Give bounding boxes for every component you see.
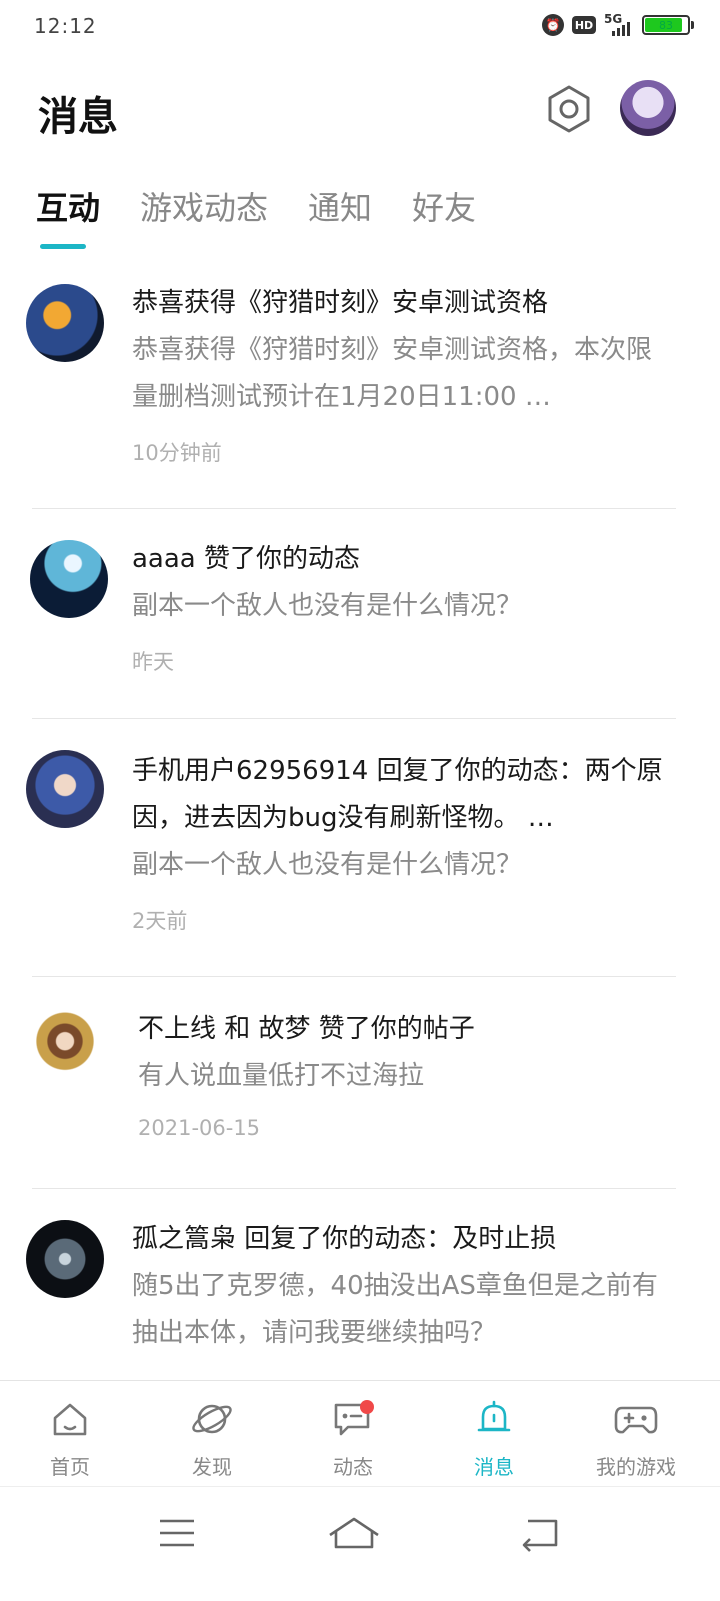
avatar bbox=[30, 540, 108, 618]
item-headline: 不上线 和 故梦 赞了你的帖子 bbox=[138, 1014, 475, 1044]
tab-game-news[interactable]: 游戏动态 bbox=[140, 184, 268, 232]
settings-button[interactable] bbox=[544, 84, 594, 134]
battery-icon: 83 bbox=[642, 15, 694, 35]
nav-label: 动态 bbox=[333, 1455, 373, 1479]
item-time: 2021-06-15 bbox=[138, 1116, 261, 1140]
avatar bbox=[26, 284, 104, 362]
battery-level: 83 bbox=[659, 18, 673, 32]
user-avatar[interactable] bbox=[620, 80, 676, 136]
nav-label: 发现 bbox=[192, 1455, 232, 1479]
item-time: 2天前 bbox=[132, 909, 188, 933]
list-item[interactable]: aaaa 赞了你的动态 副本一个敌人也没有是什么情况？ 昨天 bbox=[0, 532, 720, 718]
item-headline: 手机用户62956914 回复了你的动态：两个原因，进去因为bug没有刷新怪物。… bbox=[132, 756, 663, 833]
list-item[interactable]: 孤之篙枭 回复了你的动态：及时止损 随5出了克罗德，40抽没出AS章鱼但是之前有… bbox=[0, 1214, 720, 1374]
list-item[interactable]: 手机用户62956914 回复了你的动态：两个原因，进去因为bug没有刷新怪物。… bbox=[0, 744, 720, 976]
item-headline: aaaa 赞了你的动态 bbox=[132, 544, 360, 574]
divider bbox=[32, 508, 676, 509]
nav-home[interactable]: 首页 bbox=[10, 1381, 130, 1487]
bottom-nav: 首页 发现 动态 消息 我的游戏 bbox=[0, 1380, 720, 1487]
avatar bbox=[26, 1010, 104, 1088]
menu-button[interactable] bbox=[148, 1513, 208, 1553]
status-bar: 12:12 ⏰ HD 5G 83 bbox=[0, 0, 720, 56]
signal-icon: 5G bbox=[604, 12, 634, 36]
list-item[interactable]: 不上线 和 故梦 赞了你的帖子 有人说血量低打不过海拉 2021-06-15 bbox=[0, 1002, 720, 1188]
list-item[interactable]: 恭喜获得《狩猎时刻》安卓测试资格 恭喜获得《狩猎时刻》安卓测试资格，本次限量删档… bbox=[0, 278, 720, 508]
tab-indicator bbox=[40, 244, 86, 249]
gear-icon bbox=[548, 85, 590, 133]
avatar bbox=[26, 1220, 104, 1298]
back-button[interactable] bbox=[510, 1513, 570, 1553]
tab-friends[interactable]: 好友 bbox=[412, 184, 476, 232]
nav-label: 消息 bbox=[474, 1455, 514, 1479]
nav-my-games[interactable]: 我的游戏 bbox=[576, 1381, 696, 1487]
item-headline: 恭喜获得《狩猎时刻》安卓测试资格 bbox=[132, 288, 549, 318]
item-headline: 孤之篙枭 回复了你的动态：及时止损 bbox=[132, 1224, 557, 1254]
tab-bar: 互动 游戏动态 通知 好友 bbox=[36, 184, 516, 249]
divider bbox=[32, 718, 676, 719]
alarm-icon: ⏰ bbox=[542, 14, 564, 36]
item-preview: 恭喜获得《狩猎时刻》安卓测试资格，本次限量删档测试预计在1月20日11:00 … bbox=[132, 335, 653, 412]
nav-label: 首页 bbox=[50, 1455, 90, 1479]
item-preview: 副本一个敌人也没有是什么情况？ bbox=[132, 850, 523, 880]
nav-label: 我的游戏 bbox=[596, 1455, 676, 1479]
home-icon bbox=[53, 1403, 87, 1436]
hd-icon: HD bbox=[572, 16, 596, 34]
home-button[interactable] bbox=[324, 1513, 384, 1553]
divider bbox=[32, 1188, 676, 1189]
item-preview: 随5出了克罗德，40抽没出AS章鱼但是之前有抽出本体，请问我要继续抽吗？ bbox=[132, 1271, 658, 1348]
item-time: 10分钟前 bbox=[132, 441, 222, 465]
nav-messages[interactable]: 消息 bbox=[434, 1381, 554, 1487]
nav-feed[interactable]: 动态 bbox=[293, 1381, 413, 1487]
nav-discover[interactable]: 发现 bbox=[152, 1381, 272, 1487]
home-outline-icon bbox=[329, 1517, 379, 1549]
menu-icon bbox=[160, 1519, 194, 1547]
tab-interaction[interactable]: 互动 bbox=[36, 184, 100, 249]
item-preview: 有人说血量低打不过海拉 bbox=[138, 1061, 425, 1091]
divider bbox=[32, 976, 676, 977]
planet-icon bbox=[192, 1404, 232, 1434]
system-nav-bar bbox=[0, 1486, 720, 1601]
notification-badge bbox=[360, 1400, 374, 1414]
bell-icon bbox=[477, 1400, 511, 1432]
item-time: 昨天 bbox=[132, 650, 174, 674]
page-title: 消息 bbox=[38, 94, 118, 140]
tab-notifications[interactable]: 通知 bbox=[308, 184, 372, 232]
back-icon bbox=[522, 1519, 558, 1552]
gamepad-icon bbox=[614, 1406, 658, 1434]
status-time: 12:12 bbox=[34, 14, 97, 38]
avatar bbox=[26, 750, 104, 828]
item-preview: 副本一个敌人也没有是什么情况？ bbox=[132, 591, 523, 621]
